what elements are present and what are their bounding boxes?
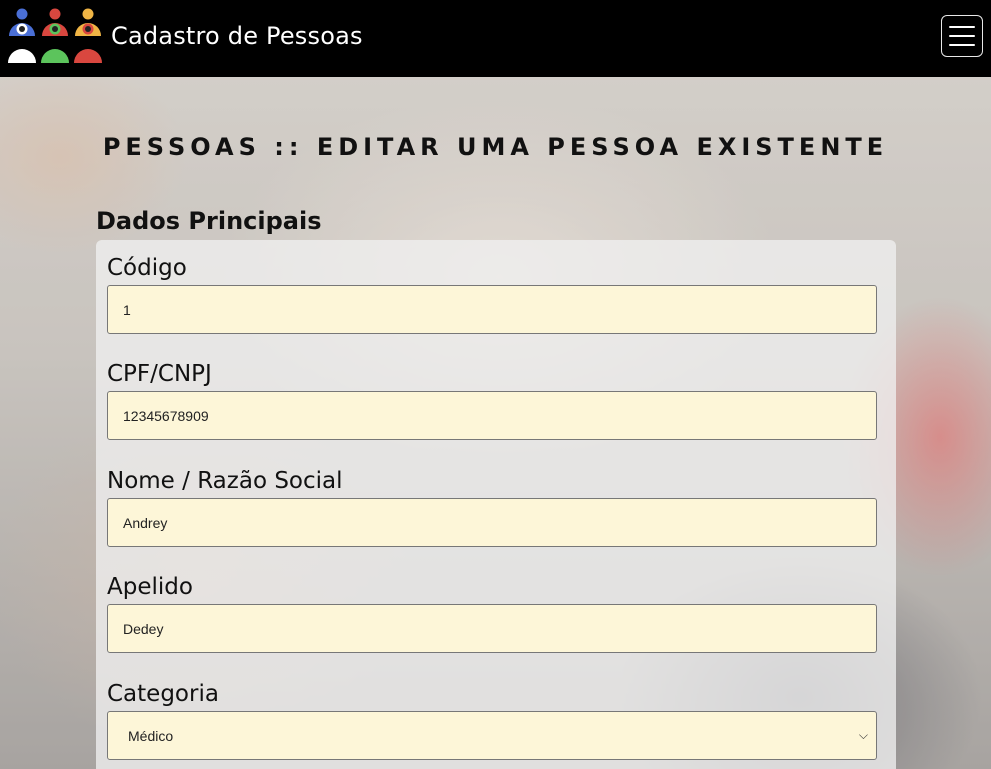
page-title: PESSOAS :: EDITAR UMA PESSOA EXISTENTE	[102, 133, 889, 161]
codigo-label: Código	[107, 255, 187, 281]
nome-razao-social-input[interactable]: Andrey	[107, 498, 877, 547]
hamburger-icon-bar	[949, 26, 975, 28]
background-photo: PESSOAS :: EDITAR UMA PESSOA EXISTENTE D…	[0, 77, 991, 769]
cpf-cnpj-label: CPF/CNPJ	[107, 361, 212, 387]
hamburger-icon-bar	[949, 35, 975, 37]
categoria-select[interactable]: Médico ⌵	[107, 711, 877, 760]
codigo-input[interactable]: 1	[107, 285, 877, 334]
top-navbar: Cadastro de Pessoas	[0, 0, 991, 77]
apelido-label: Apelido	[107, 574, 193, 600]
cpf-cnpj-input[interactable]: 12345678909	[107, 391, 877, 440]
hamburger-menu-button[interactable]	[941, 15, 983, 57]
hamburger-icon-bar	[949, 44, 975, 46]
categoria-label: Categoria	[107, 681, 219, 707]
section-title: Dados Principais	[96, 207, 322, 235]
nome-razao-social-label: Nome / Razão Social	[107, 468, 343, 494]
people-group-logo[interactable]	[5, 7, 106, 64]
app-title[interactable]: Cadastro de Pessoas	[111, 22, 363, 50]
apelido-input[interactable]: Dedey	[107, 604, 877, 653]
categoria-selected-value: Médico	[128, 727, 174, 744]
chevron-down-icon: ⌵	[858, 728, 868, 742]
